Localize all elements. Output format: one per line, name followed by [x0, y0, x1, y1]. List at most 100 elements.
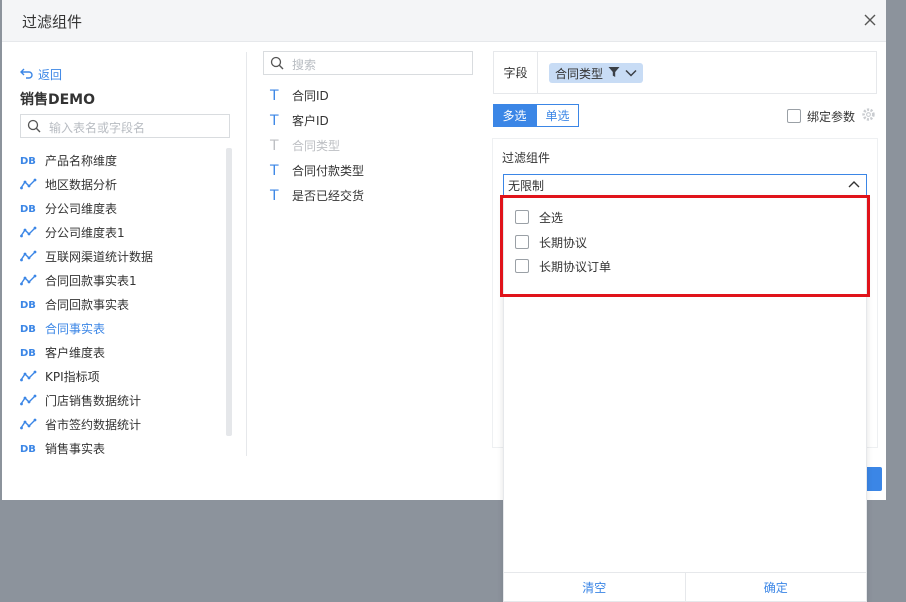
filter-select[interactable]: 无限制: [503, 174, 867, 197]
svg-text:DB: DB: [20, 300, 36, 310]
field-list-item-label: 合同ID: [292, 89, 329, 103]
back-label: 返回: [38, 68, 63, 82]
clear-button[interactable]: 清空: [504, 573, 685, 601]
table-list-item[interactable]: 省市签约数据统计: [20, 412, 226, 436]
table-list-item-label: 客户维度表: [45, 345, 106, 360]
analysis-table-icon: [20, 249, 40, 263]
table-list-item[interactable]: DB 合同事实表: [20, 316, 226, 340]
table-list-item[interactable]: DB 客户维度表: [20, 340, 226, 364]
field-list-item[interactable]: T 合同ID: [270, 83, 364, 108]
text-type-icon: T: [270, 162, 279, 179]
table-list-item[interactable]: DB 合同回款事实表: [20, 292, 226, 316]
field-list-item: T 合同类型: [270, 133, 364, 158]
db-table-icon: DB: [20, 201, 40, 215]
dialog-title: 过滤组件: [22, 13, 83, 31]
field-list: T 合同ID T 客户ID T 合同类型 T 合同付款类型 T 是否已经交货: [270, 83, 364, 208]
svg-text:DB: DB: [20, 444, 36, 454]
table-list-item-label: 分公司维度表1: [45, 225, 125, 240]
table-list-item-label: 地区数据分析: [45, 177, 118, 192]
table-list-item[interactable]: 合同回款事实表1: [20, 268, 226, 292]
field-list-item[interactable]: T 客户ID: [270, 108, 364, 133]
field-list-item-label: 合同付款类型: [292, 164, 365, 178]
search-icon: [27, 119, 41, 136]
field-list-item-label: 合同类型: [292, 139, 341, 153]
dropdown-footer: 清空 确定: [504, 572, 866, 601]
svg-text:DB: DB: [20, 348, 36, 358]
filter-select-value: 无限制: [508, 179, 545, 193]
table-list-item[interactable]: 分公司维度表1: [20, 220, 226, 244]
table-list-item[interactable]: DB 分公司维度表: [20, 196, 226, 220]
table-list-item[interactable]: 门店销售数据统计: [20, 388, 226, 412]
table-list-item-label: 合同回款事实表1: [45, 273, 137, 288]
bind-param-checkbox[interactable]: [787, 109, 801, 123]
field-search-input[interactable]: 搜索: [263, 51, 473, 75]
mode-single-button[interactable]: 单选: [536, 104, 579, 127]
table-list-item-label: 合同回款事实表: [45, 297, 130, 312]
close-icon[interactable]: [860, 10, 880, 30]
text-type-icon: T: [270, 187, 279, 204]
table-list-scrollbar[interactable]: [226, 148, 232, 436]
dialog-confirm-button[interactable]: [867, 467, 882, 491]
table-list: DB 产品名称维度 地区数据分析 DB 分公司维度表 分公司维度表1 互联网渠道统计数据 合同…: [20, 148, 226, 460]
selected-field-tag[interactable]: 合同类型: [549, 63, 644, 83]
db-table-icon: DB: [20, 345, 40, 359]
analysis-table-icon: [20, 417, 40, 431]
search-icon: [270, 56, 284, 73]
table-list-item-label: 省市签约数据统计: [45, 417, 142, 432]
svg-text:DB: DB: [20, 156, 36, 166]
mode-multi-button[interactable]: 多选: [493, 104, 536, 127]
table-list-item-label: 门店销售数据统计: [45, 393, 142, 408]
filter-preview-title: 过滤组件: [502, 151, 551, 165]
analysis-table-icon: [20, 225, 40, 239]
bind-param-label: 绑定参数: [807, 109, 856, 124]
db-table-icon: DB: [20, 441, 40, 455]
table-list-item-label: 互联网渠道统计数据: [45, 249, 154, 264]
table-list-item-label: KPI指标项: [45, 369, 100, 384]
package-title: 销售DEMO: [20, 92, 96, 108]
analysis-table-icon: [20, 369, 40, 383]
highlight-annotation-box: [500, 195, 870, 297]
text-type-icon: T: [270, 112, 279, 129]
field-search-placeholder: 搜索: [292, 58, 317, 72]
table-list-item[interactable]: 互联网渠道统计数据: [20, 244, 226, 268]
db-table-icon: DB: [20, 153, 40, 167]
gear-icon[interactable]: [861, 107, 876, 125]
chevron-down-icon[interactable]: [625, 66, 637, 80]
analysis-table-icon: [20, 273, 40, 287]
db-table-icon: DB: [20, 297, 40, 311]
db-table-icon: DB: [20, 321, 40, 335]
dialog-header: 过滤组件: [2, 0, 886, 42]
chevron-up-icon[interactable]: [847, 179, 861, 194]
table-list-item[interactable]: DB 销售事实表: [20, 436, 226, 460]
analysis-table-icon: [20, 177, 40, 191]
table-panel: 返回 销售DEMO 输入表名或字段名 DB 产品名称维度 地区数据分析 DB 分公司维度…: [20, 64, 232, 456]
panel-divider: [246, 52, 247, 456]
table-search-input[interactable]: 输入表名或字段名: [20, 114, 230, 138]
selection-mode-toggle: 多选 单选: [493, 104, 579, 127]
field-label: 字段: [494, 52, 538, 93]
text-type-icon: T: [270, 87, 279, 104]
table-list-item-label: 销售事实表: [45, 441, 106, 456]
filter-icon[interactable]: [608, 66, 620, 81]
svg-text:DB: DB: [20, 204, 36, 214]
field-list-item[interactable]: T 合同付款类型: [270, 158, 364, 183]
svg-text:DB: DB: [20, 324, 36, 334]
analysis-table-icon: [20, 393, 40, 407]
table-list-item-label: 合同事实表: [45, 321, 106, 336]
field-list-item[interactable]: T 是否已经交货: [270, 183, 364, 208]
table-list-item[interactable]: KPI指标项: [20, 364, 226, 388]
table-list-item-label: 产品名称维度: [45, 153, 118, 168]
bind-param-option[interactable]: 绑定参数: [787, 107, 876, 125]
field-drop-zone[interactable]: 字段 合同类型: [493, 51, 877, 94]
table-list-item[interactable]: DB 产品名称维度: [20, 148, 226, 172]
table-list-item-label: 分公司维度表: [45, 201, 118, 216]
confirm-button[interactable]: 确定: [684, 573, 867, 601]
field-list-item-label: 客户ID: [292, 114, 329, 128]
field-tag-label: 合同类型: [555, 66, 604, 81]
back-arrow-icon: [20, 67, 34, 82]
text-type-icon: T: [270, 137, 279, 154]
field-list-item-label: 是否已经交货: [292, 189, 365, 203]
back-link[interactable]: 返回: [20, 66, 62, 83]
table-search-placeholder: 输入表名或字段名: [49, 121, 146, 135]
table-list-item[interactable]: 地区数据分析: [20, 172, 226, 196]
